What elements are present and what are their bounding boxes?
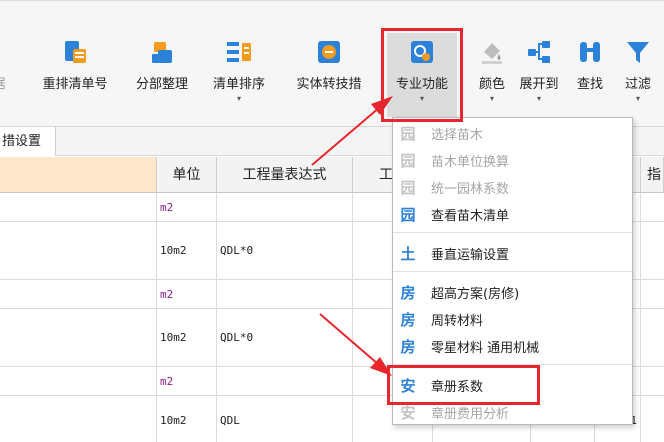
expression-cell[interactable] [217,280,353,308]
renumber-list-icon [60,37,90,67]
unit-cell[interactable]: 10m2 [157,396,217,442]
ribbon-button-data[interactable]: 据 [0,37,14,117]
expression-cell[interactable] [217,193,353,221]
menu-item-view-seedling-list[interactable]: 园 查看苗木清单 [393,201,632,228]
chevron-down-icon: ▾ [536,94,541,103]
house-icon: 房 [400,284,416,302]
name-cell[interactable] [0,367,157,395]
menu-item-label: 选择苗木 [431,128,484,143]
professional-function-button[interactable]: 专业功能 ▾ [387,33,457,117]
ribbon-button-label: 实体转技措 [296,77,362,92]
garden-icon: 园 [400,206,416,224]
expression-cell[interactable] [217,367,353,395]
ribbon-button-label: 查找 [576,77,603,92]
unit-cell[interactable]: m2 [157,193,217,221]
name-cell[interactable] [0,280,157,308]
ribbon-button-label: 据 [0,73,6,92]
list-sort-button[interactable]: 清单排序 ▾ [203,37,275,117]
filter-icon [623,37,653,67]
chevron-down-icon: ▾ [236,94,241,103]
unit-cell[interactable]: m2 [157,280,217,308]
professional-function-menu: 园 选择苗木 园 苗木单位换算 园 统一园林系数 园 查看苗木清单 土 垂直运输… [392,117,633,425]
renumber-list-button[interactable]: 重排清单号 [32,37,118,117]
menu-item-super-height-plan[interactable]: 房 超高方案(房修) [393,279,632,306]
find-icon [575,37,605,67]
menu-item-chapter-coefficient[interactable]: 安 章册系数 [393,372,632,399]
safety-icon: 安 [400,377,416,395]
ribbon-button-label: 过滤 [624,77,651,92]
column-header-quantity-expression[interactable]: 工程量表达式 [217,157,353,193]
ribbon-toolbar: 据 重排清单号 分部整理 清单排序 ▾ 实体转技措 专业功能 ▾ [0,0,664,126]
list-sort-icon [224,37,254,67]
ribbon-button-label: 专业功能 [395,77,448,92]
menu-item-sundry-materials-general-machinery[interactable]: 房 零星材料 通用机械 [393,333,632,360]
unit-cell[interactable]: 10m2 [157,222,217,279]
menu-item-label: 查看苗木清单 [431,209,510,224]
menu-item-label: 周转材料 [431,314,484,329]
house-icon: 房 [400,338,416,356]
name-cell[interactable] [0,193,157,221]
color-icon [477,37,507,67]
ribbon-button-label: 展开到 [519,77,559,92]
section-organize-icon [147,37,177,67]
garden-icon: 园 [400,125,416,143]
ribbon-button-label: 重排清单号 [42,77,108,92]
menu-item-label: 苗木单位换算 [431,155,510,170]
color-button[interactable]: 颜色 ▾ [474,37,510,117]
menu-item-turnover-materials[interactable]: 房 周转材料 [393,306,632,333]
house-icon: 房 [400,311,416,329]
menu-item-label: 零星材料 通用机械 [431,341,540,356]
safety-icon: 安 [400,404,416,422]
data-icon [0,37,14,67]
menu-item-vertical-transport-settings[interactable]: 土 垂直运输设置 [393,240,632,267]
column-header-col8[interactable]: 指 [641,157,664,193]
garden-icon: 园 [400,152,416,170]
menu-item-unified-garden-coefficient[interactable]: 园 统一园林系数 [393,174,632,201]
column-header-name[interactable] [0,157,157,193]
earthwork-icon: 土 [400,245,416,263]
menu-item-label: 章册系数 [431,380,484,395]
expand-to-icon [524,37,554,67]
name-cell[interactable] [0,309,157,366]
tab-measure-settings[interactable]: 措设置 [0,127,56,156]
menu-item-label: 超高方案(房修) [431,287,520,302]
menu-item-label: 垂直运输设置 [431,248,510,263]
ribbon-button-label: 分部整理 [135,77,188,92]
filter-button[interactable]: 过滤 ▾ [618,37,658,117]
unit-cell[interactable]: m2 [157,367,217,395]
garden-icon: 园 [400,179,416,197]
professional-function-icon [407,37,437,67]
entity-convert-icon [314,37,344,67]
unit-cell[interactable]: 10m2 [157,309,217,366]
menu-separator [393,232,632,233]
expression-cell[interactable]: QDL*0 [217,309,353,366]
ribbon-button-label: 颜色 [478,77,505,92]
menu-item-select-seedling[interactable]: 园 选择苗木 [393,120,632,147]
expression-cell[interactable]: QDL [217,396,353,442]
column-header-unit[interactable]: 单位 [157,157,217,193]
menu-item-seedling-unit-conversion[interactable]: 园 苗木单位换算 [393,147,632,174]
chevron-down-icon: ▾ [635,94,640,103]
expand-to-button[interactable]: 展开到 ▾ [514,37,564,117]
ribbon-button-label: 清单排序 [212,77,265,92]
name-cell[interactable] [0,396,157,442]
menu-item-label: 统一园林系数 [431,182,510,197]
chevron-down-icon: ▾ [419,94,424,103]
find-button[interactable]: 查找 [572,37,608,117]
menu-item-chapter-cost-analysis[interactable]: 安 章册费用分析 [393,399,632,426]
menu-separator [393,271,632,272]
tab-label: 措设置 [2,134,42,149]
section-organize-button[interactable]: 分部整理 [127,37,197,117]
entity-convert-button[interactable]: 实体转技措 [287,37,371,117]
menu-separator [393,364,632,365]
expression-cell[interactable]: QDL*0 [217,222,353,279]
menu-item-label: 章册费用分析 [431,407,510,422]
chevron-down-icon: ▾ [489,94,494,103]
name-cell[interactable] [0,222,157,279]
